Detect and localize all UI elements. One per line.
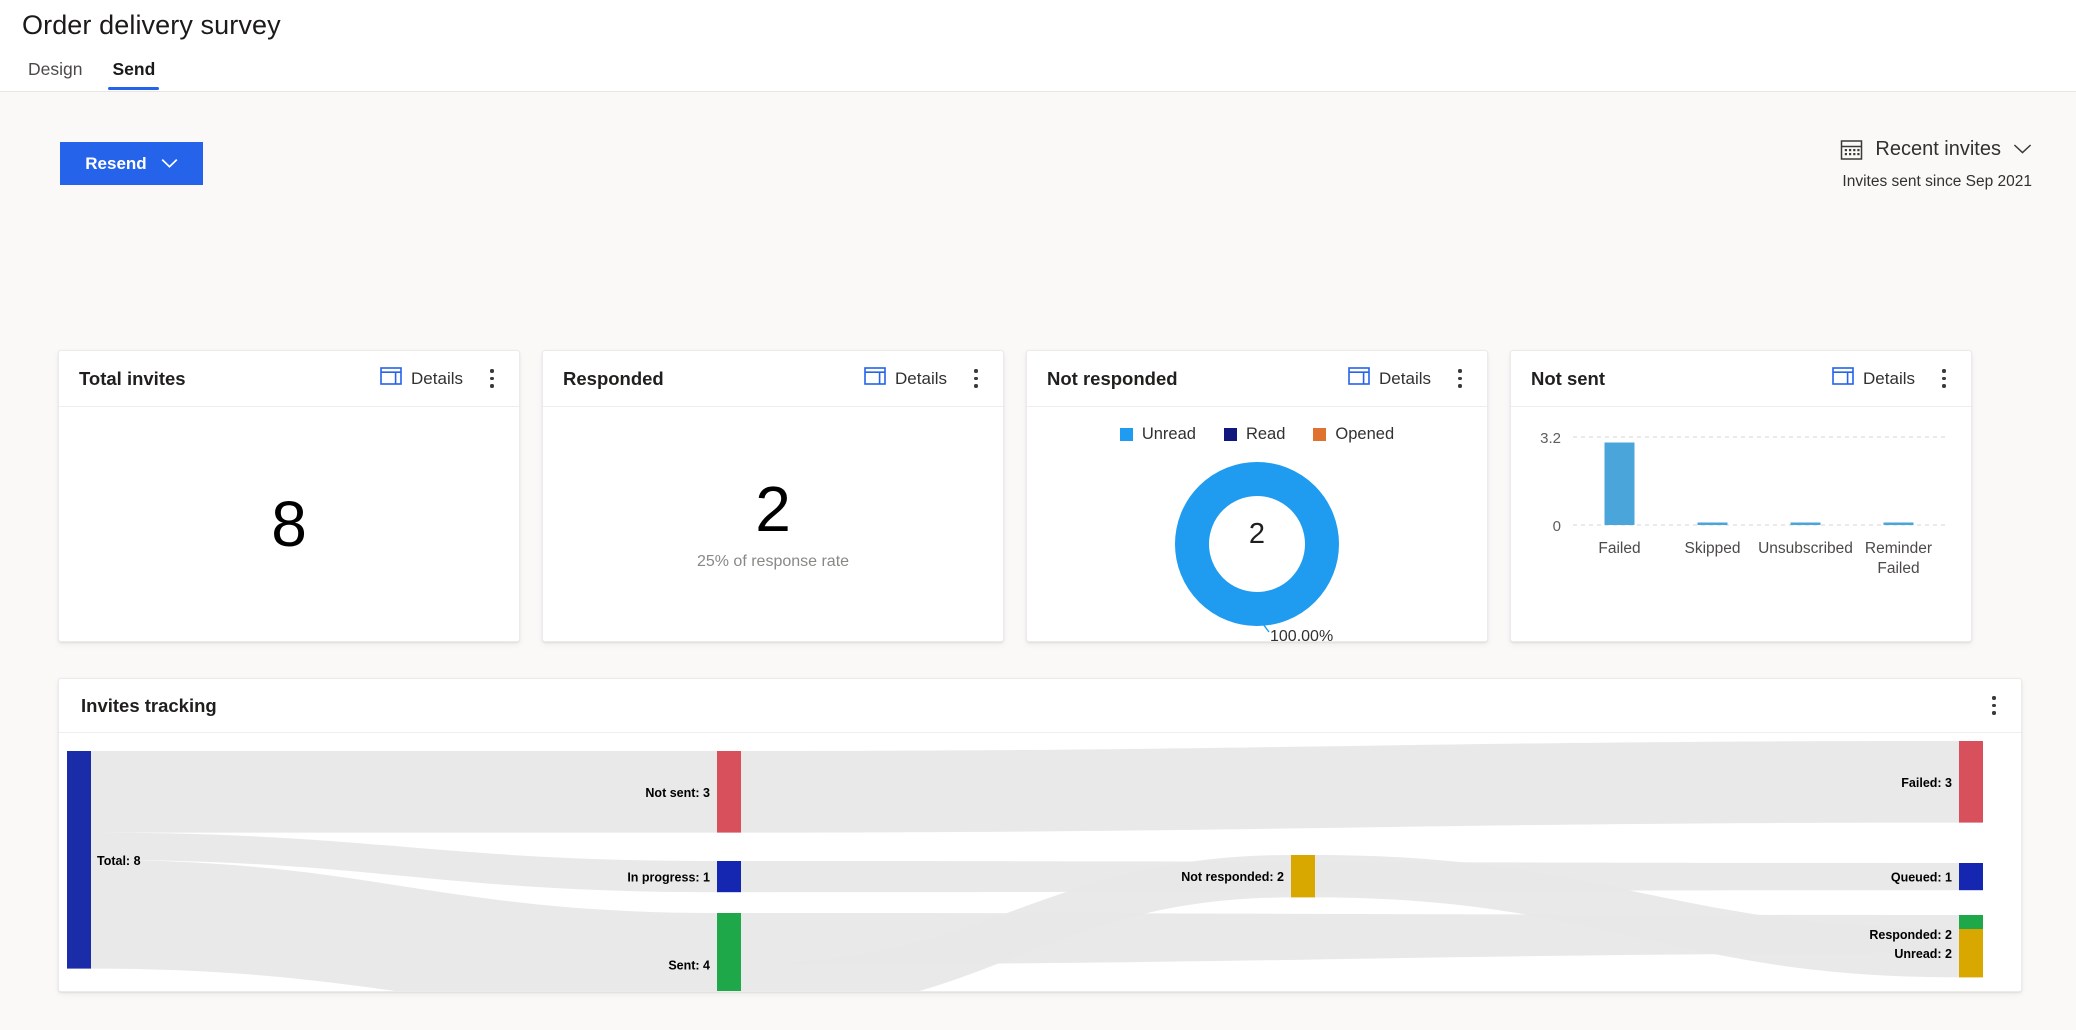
donut-legend: Unread Read Opened	[1120, 425, 1394, 444]
card-header: Not responded Details	[1027, 351, 1487, 407]
card-title: Not sent	[1531, 368, 1826, 390]
more-vertical-icon[interactable]	[1447, 364, 1473, 394]
recent-invites-button[interactable]: Recent invites	[1840, 138, 2032, 161]
legend-item-read[interactable]: Read	[1224, 425, 1285, 444]
details-button-label: Details	[411, 369, 463, 389]
chevron-down-icon	[161, 154, 178, 174]
toolbar: Resend	[60, 142, 2032, 198]
svg-text:Skipped: Skipped	[1684, 540, 1740, 557]
legend-swatch-read	[1224, 428, 1237, 441]
sankey-node-label: Total: 8	[97, 854, 141, 868]
sankey-diagram[interactable]: Total: 8 Not sent: 3 In progress: 1 Sent: 4…	[59, 733, 2021, 991]
legend-swatch-opened	[1313, 428, 1326, 441]
legend-label: Read	[1246, 425, 1285, 444]
legend-label: Unread	[1142, 425, 1196, 444]
more-vertical-icon[interactable]	[963, 364, 989, 394]
sankey-node-label: Not responded: 2	[1181, 870, 1284, 884]
kpi-value-group: 2 25% of response rate	[697, 477, 849, 571]
panel-title: Invites tracking	[81, 695, 1971, 717]
details-button[interactable]: Details	[1826, 364, 1921, 393]
card-title: Responded	[563, 368, 858, 390]
resend-button-label: Resend	[85, 154, 146, 174]
chevron-down-icon	[2013, 138, 2032, 161]
donut-center-value: 2	[1142, 518, 1372, 551]
more-vertical-icon[interactable]	[1931, 364, 1957, 394]
panel-details-icon	[1348, 367, 1370, 390]
recent-invites-label: Recent invites	[1875, 138, 2001, 161]
tab-design[interactable]: Design	[24, 57, 86, 90]
sankey-node-label: Sent: 4	[668, 958, 710, 972]
details-button-label: Details	[895, 369, 947, 389]
card-title: Not responded	[1047, 368, 1342, 390]
details-button-label: Details	[1379, 369, 1431, 389]
card-body: 3.2 0 Failed Skipped Unsubscribed Reminder Fai…	[1511, 407, 1971, 642]
donut-percent-label: 100.00%	[1270, 628, 1333, 642]
donut-chart[interactable]: 2 100.00%	[1142, 452, 1372, 642]
card-body: 8	[59, 407, 519, 641]
card-not-responded: Not responded Details	[1026, 350, 1488, 642]
kpi-value: 8	[271, 492, 307, 556]
panel-header: Invites tracking	[59, 679, 2021, 733]
card-total-invites: Total invites Details 8	[58, 350, 520, 642]
card-body: Unread Read Opened	[1027, 407, 1487, 642]
svg-text:Reminder: Reminder	[1865, 540, 1932, 557]
legend-item-opened[interactable]: Opened	[1313, 425, 1394, 444]
svg-text:Failed: Failed	[1877, 560, 1919, 577]
card-header: Not sent Details	[1511, 351, 1971, 407]
sankey-node-label: In progress: 1	[627, 871, 710, 885]
kpi-card-row: Total invites Details 8	[58, 350, 1972, 642]
kpi-subtitle: 25% of response rate	[697, 553, 849, 571]
card-header: Responded Details	[543, 351, 1003, 407]
recent-invites-group: Recent invites Invites sent since Sep 20…	[1840, 138, 2032, 191]
card-body: 2 25% of response rate	[543, 407, 1003, 641]
app-header: Order delivery survey Design Send	[0, 0, 2076, 92]
sankey-node-label: Queued: 1	[1891, 871, 1952, 885]
panel-details-icon	[864, 367, 886, 390]
panel-details-icon	[380, 367, 402, 390]
details-button-label: Details	[1863, 369, 1915, 389]
calendar-icon	[1840, 138, 1863, 161]
sankey-node-label: Unread: 2	[1894, 947, 1952, 961]
more-vertical-icon[interactable]	[479, 364, 505, 394]
card-not-sent: Not sent Details 3.20FailedSkippedUns	[1510, 350, 1972, 642]
card-title: Total invites	[79, 368, 374, 390]
card-header: Total invites Details	[59, 351, 519, 407]
sankey-node-label: Failed: 3	[1901, 776, 1952, 790]
svg-text:0: 0	[1553, 518, 1561, 535]
tab-send[interactable]: Send	[108, 57, 159, 90]
svg-text:Unsubscribed: Unsubscribed	[1758, 540, 1853, 557]
invites-tracking-panel: Invites tracking Total: 8 Not sent: 3 In p…	[58, 678, 2022, 992]
legend-swatch-unread	[1120, 428, 1133, 441]
more-vertical-icon[interactable]	[1981, 691, 2007, 721]
kpi-value: 2	[755, 477, 791, 541]
card-responded: Responded Details 2 25% of	[542, 350, 1004, 642]
svg-text:3.2: 3.2	[1540, 430, 1561, 447]
panel-details-icon	[1832, 367, 1854, 390]
page-title: Order delivery survey	[22, 10, 2076, 41]
legend-item-unread[interactable]: Unread	[1120, 425, 1196, 444]
sankey-node-label: Responded: 2	[1869, 928, 1952, 942]
kpi-value-group: 8	[271, 492, 307, 556]
details-button[interactable]: Details	[1342, 364, 1437, 393]
svg-text:Failed: Failed	[1598, 540, 1640, 557]
tabstrip: Design Send	[22, 57, 2076, 90]
not-sent-bar-chart[interactable]: 3.2 0 Failed Skipped Unsubscribed Reminder Fai…	[1511, 407, 1971, 642]
details-button[interactable]: Details	[858, 364, 953, 393]
invites-since-label: Invites sent since Sep 2021	[1840, 173, 2032, 191]
sankey-node-label: Not sent: 3	[645, 786, 710, 800]
panel-body: Total: 8 Not sent: 3 In progress: 1 Sent: 4…	[59, 733, 2021, 991]
resend-button[interactable]: Resend	[60, 142, 203, 185]
details-button[interactable]: Details	[374, 364, 469, 393]
dashboard-canvas: Resend	[0, 92, 2076, 1030]
legend-label: Opened	[1335, 425, 1394, 444]
